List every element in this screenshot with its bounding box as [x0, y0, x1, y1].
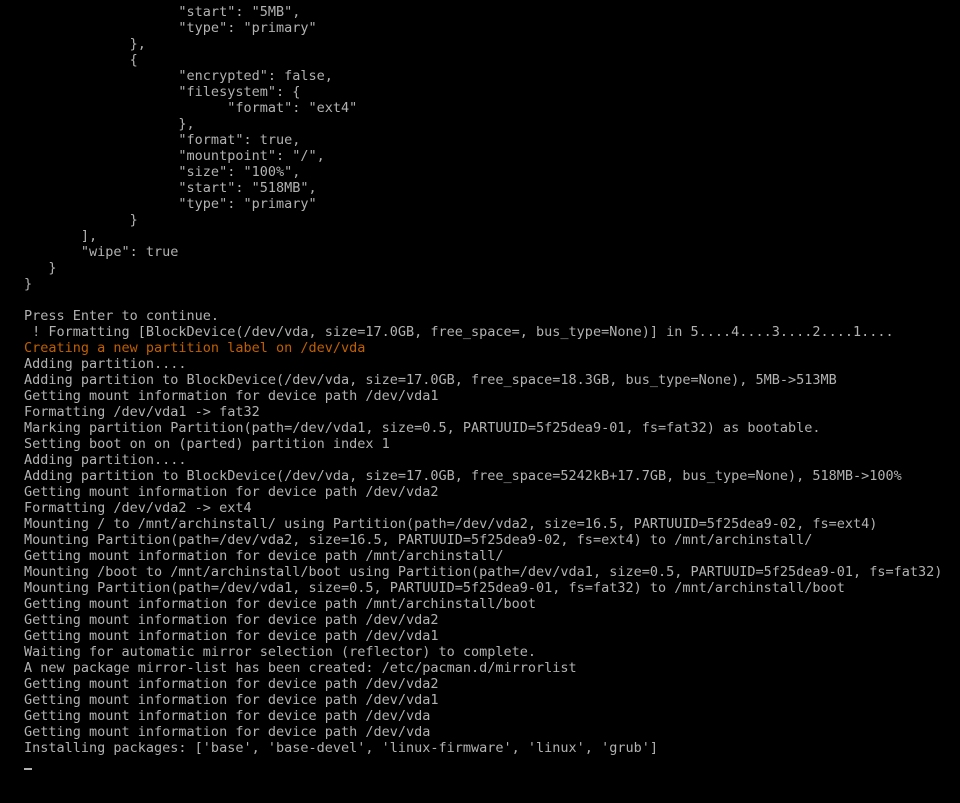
- terminal-line: Formatting /dev/vda1 -> fat32: [24, 404, 260, 420]
- terminal-line: ],: [24, 228, 98, 244]
- terminal-line: Waiting for automatic mirror selection (…: [24, 644, 537, 660]
- terminal-line: Setting boot on on (parted) partition in…: [24, 436, 390, 452]
- terminal-line: Marking partition Partition(path=/dev/vd…: [24, 420, 821, 436]
- terminal-line: Getting mount information for device pat…: [24, 612, 439, 628]
- terminal-line: "size": "100%",: [24, 164, 301, 180]
- terminal-window[interactable]: "start": "5MB", "type": "primary" }, { "…: [0, 0, 960, 803]
- terminal-line: "mountpoint": "/",: [24, 148, 325, 164]
- terminal-line: "wipe": true: [24, 244, 179, 260]
- terminal-line: "filesystem": {: [24, 84, 301, 100]
- terminal-line: Creating a new partition label on /dev/v…: [24, 340, 366, 356]
- terminal-line: Adding partition....: [24, 452, 187, 468]
- terminal-line: Adding partition to BlockDevice(/dev/vda…: [24, 372, 837, 388]
- terminal-line: Mounting Partition(path=/dev/vda1, size=…: [24, 580, 845, 596]
- terminal-line: Getting mount information for device pat…: [24, 724, 431, 740]
- terminal-line: "format": true,: [24, 132, 301, 148]
- text-cursor: [24, 768, 32, 770]
- terminal-line: Installing packages: ['base', 'base-deve…: [24, 740, 658, 756]
- terminal-line: },: [24, 116, 195, 132]
- terminal-line: }: [24, 276, 33, 292]
- terminal-line: Getting mount information for device pat…: [24, 708, 431, 724]
- terminal-line: Getting mount information for device pat…: [24, 596, 537, 612]
- terminal-line: "start": "5MB",: [24, 4, 301, 20]
- terminal-line: Getting mount information for device pat…: [24, 548, 504, 564]
- terminal-line: Mounting Partition(path=/dev/vda2, size=…: [24, 532, 813, 548]
- terminal-line: Getting mount information for device pat…: [24, 676, 439, 692]
- terminal-output: "start": "5MB", "type": "primary" }, { "…: [0, 4, 960, 756]
- terminal-line: }: [24, 212, 138, 228]
- terminal-line: Getting mount information for device pat…: [24, 388, 439, 404]
- terminal-line: Formatting /dev/vda2 -> ext4: [24, 500, 252, 516]
- terminal-line: },: [24, 36, 146, 52]
- terminal-line: Adding partition....: [24, 356, 187, 372]
- terminal-line: "encrypted": false,: [24, 68, 333, 84]
- terminal-line: }: [24, 260, 57, 276]
- terminal-line: "start": "518MB",: [24, 180, 317, 196]
- terminal-line: Getting mount information for device pat…: [24, 628, 439, 644]
- terminal-line: ! Formatting [BlockDevice(/dev/vda, size…: [24, 324, 894, 340]
- terminal-line: Mounting /boot to /mnt/archinstall/boot …: [24, 564, 943, 580]
- terminal-line: Mounting / to /mnt/archinstall/ using Pa…: [24, 516, 878, 532]
- terminal-line: A new package mirror-list has been creat…: [24, 660, 577, 676]
- terminal-line: {: [24, 52, 138, 68]
- terminal-line: "type": "primary": [24, 20, 317, 36]
- terminal-line: "type": "primary": [24, 196, 317, 212]
- terminal-line: "format": "ext4": [24, 100, 358, 116]
- terminal-line: Getting mount information for device pat…: [24, 484, 439, 500]
- terminal-cursor-line: [0, 756, 960, 772]
- terminal-line: Adding partition to BlockDevice(/dev/vda…: [24, 468, 902, 484]
- terminal-line: Press Enter to continue.: [24, 308, 220, 324]
- terminal-line: Getting mount information for device pat…: [24, 692, 439, 708]
